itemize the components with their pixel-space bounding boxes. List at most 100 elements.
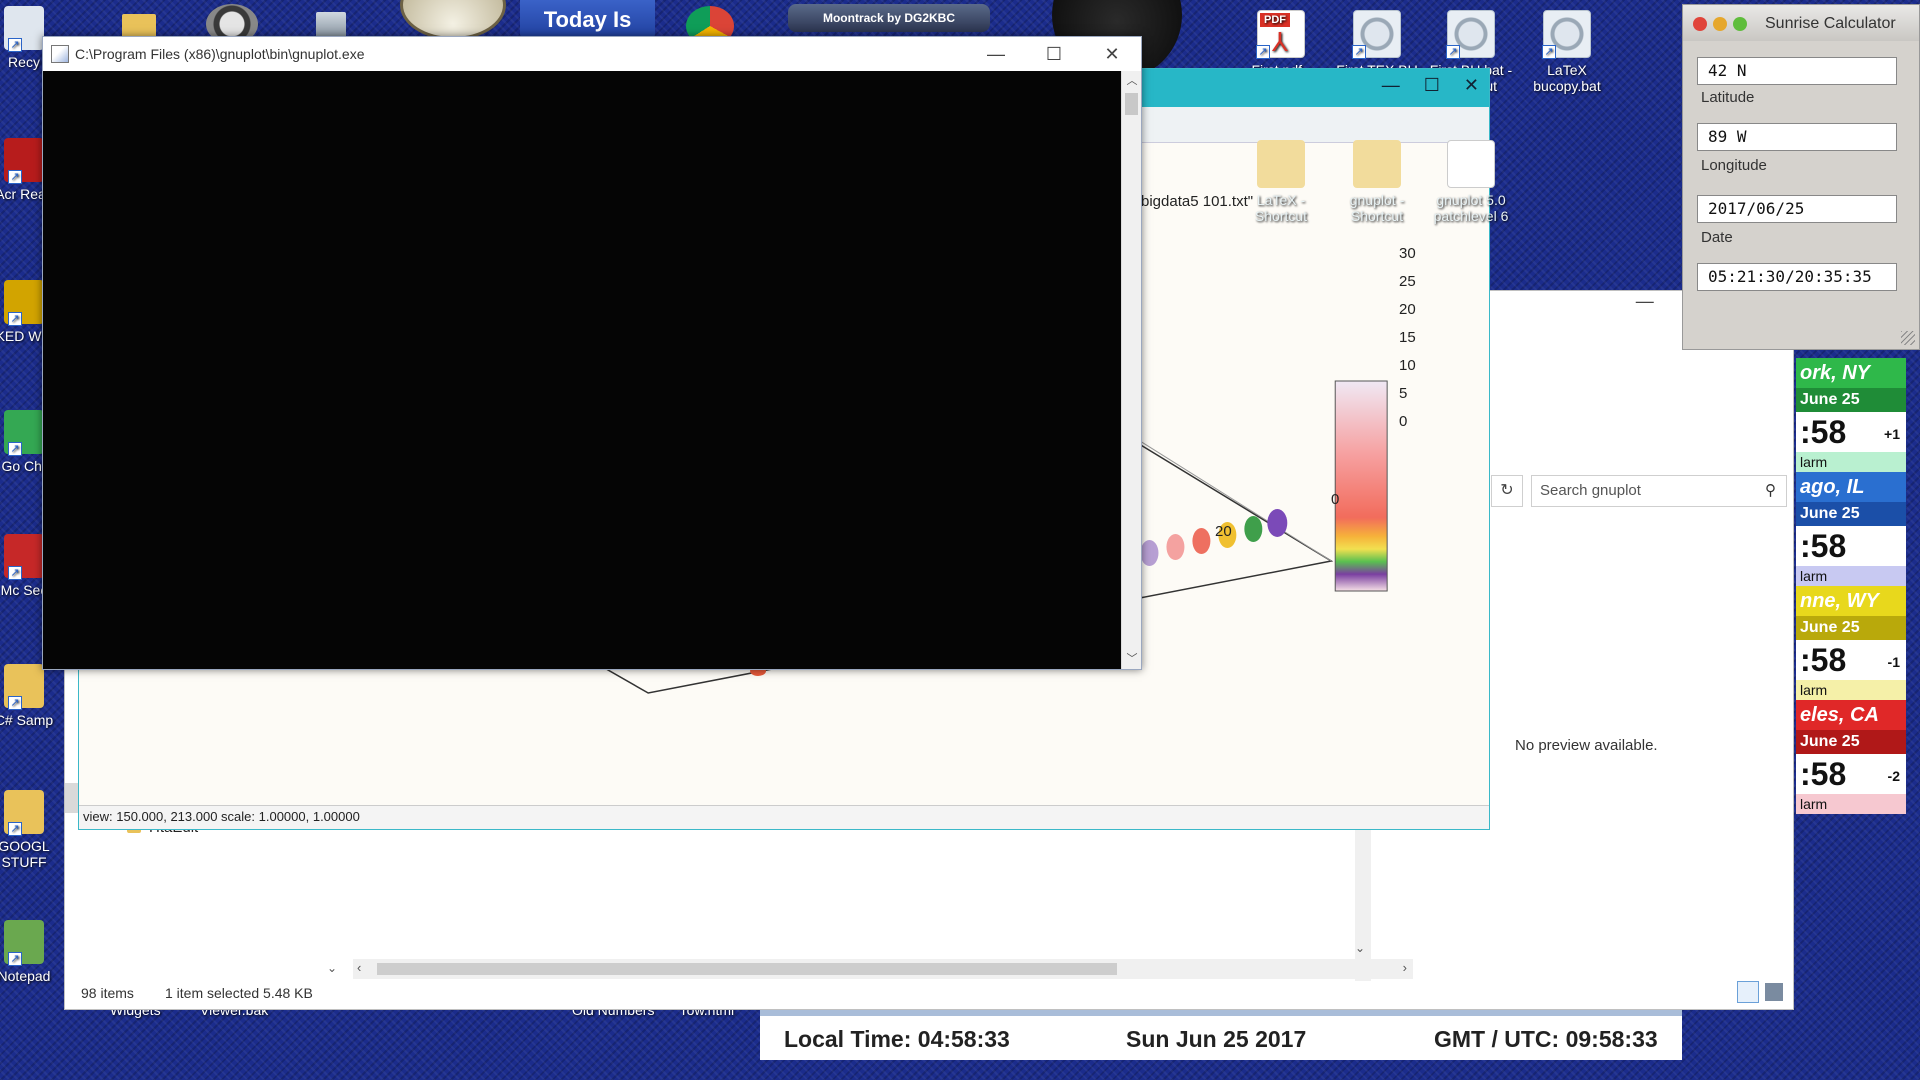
- large-icons-view-icon[interactable]: [1765, 983, 1783, 1001]
- app-icon: ↗: [4, 664, 44, 710]
- minimize-button[interactable]: —: [1382, 75, 1400, 96]
- gear-icon: ↗: [1446, 10, 1495, 59]
- desktop-icon-label: GOOGL STUFF: [0, 838, 50, 870]
- search-input[interactable]: Search gnuplot ⚲: [1531, 475, 1787, 507]
- clock-alarm[interactable]: larm: [1796, 566, 1906, 586]
- analog-clock-widget: [400, 0, 506, 40]
- minimize-button[interactable]: —: [967, 44, 1025, 65]
- scroll-down-arrow[interactable]: ﹀: [1122, 649, 1142, 669]
- clock-city: ago, IL: [1796, 472, 1906, 502]
- desktop-icon-label: LaTeX bucopy.bat: [1533, 62, 1601, 94]
- latitude-field[interactable]: 42 N: [1697, 57, 1897, 85]
- status-item-count: 98 items: [81, 985, 134, 1001]
- colorbar-tick: 30: [1399, 245, 1416, 262]
- clock-date: June 25: [1796, 730, 1906, 754]
- terminal-title: C:\Program Files (x86)\gnuplot\bin\gnupl…: [75, 46, 365, 62]
- clock-alarm[interactable]: larm: [1796, 680, 1906, 700]
- gmt-time: GMT / UTC: 09:58:33: [1434, 1026, 1658, 1052]
- clock-city: eles, CA: [1796, 700, 1906, 730]
- latitude-label: Latitude: [1701, 89, 1755, 106]
- terminal-title-bar: C:\Program Files (x86)\gnuplot\bin\gnupl…: [43, 37, 1141, 71]
- clock-time: :58 -1: [1796, 640, 1906, 680]
- colorbar-tick: 15: [1399, 329, 1416, 346]
- colorbar: [1334, 380, 1388, 592]
- app-icon: ↗: [4, 534, 44, 580]
- desktop-icon-gnuplot-patchlevel[interactable]: gnuplot 5.0 patchlevel 6: [1426, 140, 1516, 224]
- gnuplot-terminal-window[interactable]: C:\Program Files (x86)\gnuplot\bin\gnupl…: [42, 36, 1142, 670]
- clock-offset: -1: [1887, 654, 1900, 670]
- terminal-scrollbar[interactable]: ︿ ﹀: [1121, 71, 1141, 669]
- colorbar-tick: 20: [1399, 301, 1416, 318]
- close-light-icon[interactable]: [1693, 17, 1707, 31]
- gear-icon: ↗: [1352, 10, 1401, 59]
- clock-city: ork, NY: [1796, 358, 1906, 388]
- moontrack-widget: Moontrack by DG2KBC: [788, 4, 990, 32]
- date-field[interactable]: 2017/06/25: [1697, 195, 1897, 223]
- search-placeholder: Search gnuplot: [1540, 482, 1641, 499]
- minimize-button[interactable]: —: [1636, 291, 1654, 312]
- maximize-button[interactable]: ☐: [1424, 75, 1440, 96]
- no-preview-message: No preview available.: [1515, 737, 1658, 754]
- desktop-icon-latex-shortcut[interactable]: LaTeX - Shortcut: [1236, 140, 1326, 224]
- longitude-label: Longitude: [1701, 157, 1767, 174]
- desktop-icon-label: Notepad: [0, 968, 51, 984]
- clock-offset: +1: [1884, 426, 1900, 442]
- axis-tick: 20: [1215, 523, 1232, 540]
- desktop-icon-label: LaTeX - Shortcut: [1254, 192, 1308, 224]
- desktop-icon-left[interactable]: ↗ C# Samp: [0, 664, 64, 728]
- clock-alarm[interactable]: larm: [1796, 794, 1906, 814]
- desktop-icon-latex-bucopy[interactable]: ↗ LaTeX bucopy.bat: [1522, 10, 1612, 94]
- clock-alarm[interactable]: larm: [1796, 452, 1906, 472]
- clock-time: :58 +1: [1796, 412, 1906, 452]
- close-button[interactable]: ✕: [1083, 44, 1141, 65]
- clock-offset: -2: [1887, 768, 1900, 784]
- minimize-light-icon[interactable]: [1713, 17, 1727, 31]
- resize-grip-icon[interactable]: [1901, 331, 1915, 345]
- gnuplot-app-icon: [51, 45, 69, 63]
- maximize-button[interactable]: ☐: [1025, 44, 1083, 65]
- app-icon: ↗: [4, 280, 44, 326]
- longitude-field[interactable]: 89 W: [1697, 123, 1897, 151]
- colorbar-tick: 25: [1399, 273, 1416, 290]
- colorbar-tick: 0: [1399, 413, 1408, 430]
- scroll-up-arrow[interactable]: ︿: [1122, 71, 1142, 91]
- clock-time-value: :58: [1800, 756, 1847, 792]
- scroll-thumb[interactable]: [1125, 93, 1138, 115]
- clock-date: June 25: [1796, 616, 1906, 640]
- file-scroll-down-arrow[interactable]: ⌄: [1355, 941, 1365, 955]
- clock-time: :58: [1796, 526, 1906, 566]
- clock-time-value: :58: [1800, 414, 1847, 450]
- sunrise-title: Sunrise Calculator: [1765, 15, 1896, 32]
- pdf-icon: PDF ⅄ ↗: [1256, 10, 1305, 59]
- terminal-console[interactable]: [43, 71, 1123, 669]
- desktop-icon-left[interactable]: ↗ Notepad: [0, 920, 64, 984]
- status-selection: 1 item selected 5.48 KB: [165, 985, 313, 1001]
- today-is-widget: Today Is: [520, 0, 655, 38]
- time-display-bar: Local Time: 04:58:33 Sun Jun 25 2017 GMT…: [760, 1010, 1682, 1060]
- clock-date: June 25: [1796, 388, 1906, 412]
- current-date: Sun Jun 25 2017: [1126, 1026, 1307, 1052]
- nav-scroll-down-arrow[interactable]: ⌄: [327, 961, 337, 975]
- clock-date: June 25: [1796, 502, 1906, 526]
- refresh-button[interactable]: ↻: [1491, 475, 1523, 507]
- date-label: Date: [1701, 229, 1733, 246]
- sunrise-calculator-window[interactable]: Sunrise Calculator 42 N Latitude 89 W Lo…: [1682, 4, 1920, 350]
- details-view-icon[interactable]: [1737, 981, 1759, 1003]
- local-time: Local Time: 04:58:33: [784, 1026, 1010, 1052]
- close-button[interactable]: ✕: [1464, 75, 1479, 96]
- desktop-icon-label: C# Samp: [0, 712, 54, 728]
- world-clock: ork, NY June 25:58 +1 larm: [1796, 358, 1906, 472]
- zoom-light-icon[interactable]: [1733, 17, 1747, 31]
- clock-city: nne, WY: [1796, 586, 1906, 616]
- folder-icon: [1353, 140, 1401, 188]
- app-icon: ↗: [4, 920, 44, 966]
- clock-time-value: :58: [1800, 642, 1847, 678]
- search-icon: ⚲: [1765, 482, 1776, 499]
- horizontal-scrollbar[interactable]: ‹ ›: [353, 959, 1413, 979]
- desktop-icon-gnuplot-shortcut[interactable]: gnuplot - Shortcut: [1332, 140, 1422, 224]
- axis-tick: 0: [1331, 491, 1340, 508]
- desktop-icon-left[interactable]: ↗ GOOGL STUFF: [0, 790, 64, 870]
- clock-time-value: :58: [1800, 528, 1847, 564]
- world-clock: ago, IL June 25:58 larm: [1796, 472, 1906, 586]
- gear-icon: ↗: [1542, 10, 1591, 59]
